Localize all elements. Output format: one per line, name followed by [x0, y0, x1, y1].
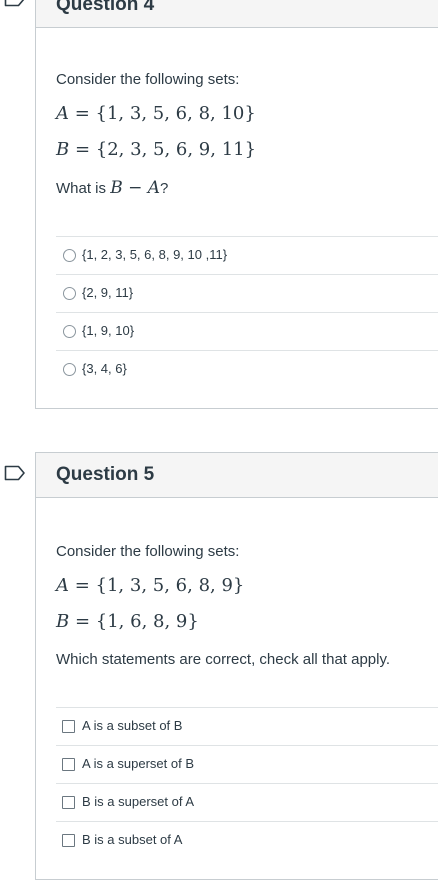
- question-4-title: Question 4: [56, 0, 155, 15]
- answer-label: B is a subset of A: [82, 832, 183, 847]
- set-b-name: B: [56, 139, 70, 160]
- prompt-expr-left: B: [110, 178, 123, 198]
- radio-button[interactable]: [63, 363, 76, 376]
- answer-label: {1, 2, 3, 5, 6, 8, 9, 10 ,11}: [82, 247, 228, 262]
- question-5-card: Question 5 Consider the following sets: …: [35, 452, 438, 880]
- answer-option[interactable]: {1, 2, 3, 5, 6, 8, 9, 10 ,11}: [56, 236, 438, 274]
- question-5-title: Question 5: [56, 464, 155, 485]
- answer-label: {2, 9, 11}: [82, 285, 134, 300]
- question-4-card: Question 4 Consider the following sets: …: [35, 0, 438, 409]
- set-b-name: B: [56, 611, 70, 632]
- set-a-elements: {1, 3, 5, 6, 8, 10}: [95, 103, 256, 124]
- set-a-elements: {1, 3, 5, 6, 8, 9}: [95, 575, 245, 596]
- set-b-elements: {1, 6, 8, 9}: [95, 611, 199, 632]
- question-5-set-a: A = {1, 3, 5, 6, 8, 9}: [56, 575, 245, 596]
- radio-button[interactable]: [63, 249, 76, 262]
- answer-option[interactable]: B is a subset of A: [56, 821, 438, 859]
- flag-question-4-icon[interactable]: [4, 0, 26, 7]
- answer-label: {1, 9, 10}: [82, 323, 135, 338]
- radio-button[interactable]: [63, 287, 76, 300]
- checkbox[interactable]: [62, 720, 75, 733]
- answer-option[interactable]: A is a superset of B: [56, 745, 438, 783]
- checkbox[interactable]: [62, 758, 75, 771]
- answer-option[interactable]: {2, 9, 11}: [56, 274, 438, 312]
- answer-label: B is a superset of A: [82, 794, 195, 809]
- question-4-set-b: B = {2, 3, 5, 6, 9, 11}: [56, 139, 257, 160]
- prompt-prefix: What is: [56, 180, 111, 197]
- answer-option[interactable]: B is a superset of A: [56, 783, 438, 821]
- question-4-set-a: A = {1, 3, 5, 6, 8, 10}: [56, 103, 256, 124]
- checkbox[interactable]: [62, 796, 75, 809]
- question-5-header: Question 5: [36, 453, 438, 498]
- question-4-header: Question 4: [36, 0, 438, 28]
- answer-label: {3, 4, 6}: [82, 361, 127, 376]
- answer-option[interactable]: A is a subset of B: [56, 707, 438, 745]
- set-b-elements: {2, 3, 5, 6, 9, 11}: [95, 139, 257, 160]
- radio-button[interactable]: [63, 325, 76, 338]
- question-5-intro: Consider the following sets:: [56, 543, 240, 560]
- question-5-prompt: Which statements are correct, check all …: [56, 651, 391, 668]
- prompt-suffix: ?: [160, 180, 169, 197]
- prompt-expr-right: A: [147, 178, 161, 198]
- answer-option[interactable]: {3, 4, 6}: [56, 350, 438, 388]
- answer-option[interactable]: {1, 9, 10}: [56, 312, 438, 350]
- checkbox[interactable]: [62, 834, 75, 847]
- flag-question-5-icon[interactable]: [4, 465, 26, 481]
- answer-label: A is a superset of B: [82, 756, 195, 771]
- answer-label: A is a subset of B: [82, 718, 183, 733]
- question-4-prompt: What is B − A?: [56, 178, 169, 198]
- question-5-set-b: B = {1, 6, 8, 9}: [56, 611, 199, 632]
- question-4-intro: Consider the following sets:: [56, 71, 240, 88]
- set-a-name: A: [56, 575, 69, 596]
- set-a-name: A: [56, 103, 69, 124]
